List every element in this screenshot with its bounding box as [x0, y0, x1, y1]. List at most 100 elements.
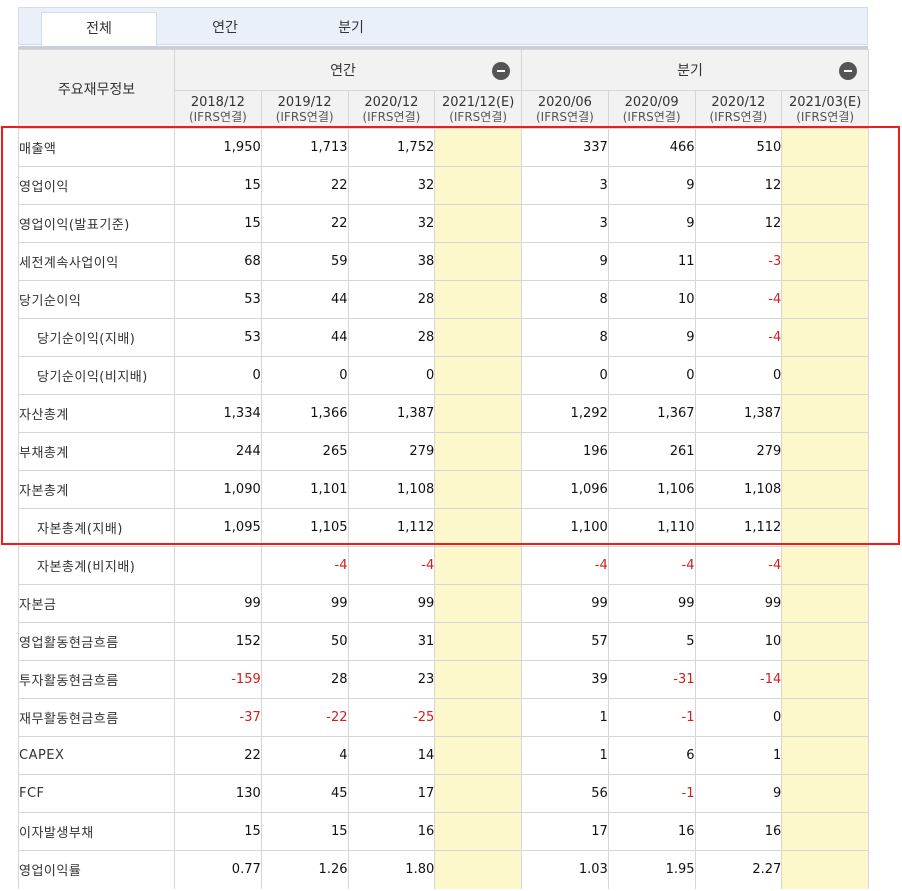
quarter-value-cell: 11	[607, 242, 696, 281]
row-label: 당기순이익	[18, 280, 175, 319]
quarter-value-cell: 1.95	[607, 850, 696, 889]
annual-estimate-cell	[434, 774, 523, 813]
quarter-value-cell: 1,100	[521, 508, 609, 547]
annual-estimate-cell	[434, 508, 523, 547]
tab-quarter[interactable]: 분기	[293, 12, 409, 45]
quarter-estimate-cell	[781, 736, 870, 775]
table-row: 매출액 1,950 1,713 1,752 337 466 510	[18, 128, 870, 167]
quarter-value-cell: 3	[521, 204, 609, 243]
quarter-value-cell: 1,096	[521, 470, 609, 509]
annual-value-cell: 53	[174, 280, 262, 319]
table-row: 재무활동현금흐름 -37 -22 -25 1 -1 0	[18, 698, 870, 737]
quarter-estimate-cell	[781, 128, 870, 167]
annual-estimate-cell	[434, 622, 523, 661]
quarter-estimate-cell	[781, 432, 870, 471]
annual-value-cell: -25	[347, 698, 436, 737]
quarter-value-cell: 1,112	[694, 508, 783, 547]
row-label: 자산총계	[18, 394, 175, 433]
quarter-value-cell: 10	[694, 622, 783, 661]
quarter-value-cell: 16	[694, 812, 783, 851]
quarter-estimate-cell	[781, 356, 870, 395]
quarter-value-cell: 9	[521, 242, 609, 281]
quarter-value-cell: -1	[607, 698, 696, 737]
quarter-period-header: 2020/12 (IFRS연결)	[694, 90, 783, 129]
quarter-collapse-minus-icon[interactable]	[839, 62, 858, 80]
annual-value-cell: 1.80	[347, 850, 436, 889]
annual-value-cell: 152	[174, 622, 262, 661]
annual-value-cell: 50	[260, 622, 349, 661]
annual-value-cell: 32	[347, 166, 436, 205]
annual-estimate-cell	[434, 356, 523, 395]
annual-value-cell: 99	[347, 584, 436, 623]
annual-estimate-cell	[434, 280, 523, 319]
quarter-value-cell: -4	[694, 318, 783, 357]
quarter-value-cell: 1	[521, 698, 609, 737]
quarter-value-cell: -3	[694, 242, 783, 281]
annual-value-cell: 44	[260, 318, 349, 357]
quarter-estimate-cell	[781, 584, 870, 623]
annual-estimate-cell	[434, 242, 523, 281]
quarter-estimate-cell	[781, 204, 870, 243]
row-label: 당기순이익(지배)	[18, 318, 175, 357]
quarter-estimate-cell	[781, 280, 870, 319]
quarter-value-cell: -4	[607, 546, 696, 585]
annual-value-cell: 15	[260, 812, 349, 851]
row-label: 영업이익	[18, 166, 175, 205]
quarter-value-cell: 9	[607, 166, 696, 205]
annual-value-cell: 38	[347, 242, 436, 281]
period-label: 2019/12	[277, 94, 332, 110]
annual-estimate-cell	[434, 546, 523, 585]
basis-label: (IFRS연결)	[535, 109, 594, 124]
table-row: 부채총계 244 265 279 196 261 279	[18, 432, 870, 471]
quarter-value-cell: 17	[521, 812, 609, 851]
quarter-estimate-cell	[781, 850, 870, 889]
quarter-value-cell: 5	[607, 622, 696, 661]
annual-estimate-cell	[434, 128, 523, 167]
annual-value-cell: 28	[347, 280, 436, 319]
quarter-estimate-cell	[781, 698, 870, 737]
annual-estimate-cell	[434, 660, 523, 699]
tab-annual[interactable]: 연간	[167, 12, 283, 45]
quarter-value-cell: 9	[607, 204, 696, 243]
annual-value-cell: 244	[174, 432, 262, 471]
period-label: 2018/12	[190, 94, 245, 110]
annual-estimate-cell	[434, 394, 523, 433]
quarter-value-cell: 8	[521, 280, 609, 319]
annual-estimate-cell	[434, 812, 523, 851]
quarter-value-cell: 99	[694, 584, 783, 623]
basis-label: (IFRS연결)	[449, 109, 508, 124]
annual-value-cell: 1,713	[260, 128, 349, 167]
annual-value-cell: 28	[260, 660, 349, 699]
annual-value-cell: 1,105	[260, 508, 349, 547]
tab-all[interactable]: 전체	[41, 12, 157, 46]
row-label: 당기순이익(비지배)	[18, 356, 175, 395]
quarter-value-cell: 1,387	[694, 394, 783, 433]
annual-value-cell: 17	[347, 774, 436, 813]
annual-period-header: 2021/12(E) (IFRS연결)	[434, 90, 523, 129]
basis-label: (IFRS연결)	[622, 109, 681, 124]
annual-value-cell: 31	[347, 622, 436, 661]
row-label: 부채총계	[18, 432, 175, 471]
period-label: 2020/06	[537, 94, 592, 110]
annual-value-cell: 1,112	[347, 508, 436, 547]
quarter-period-header: 2020/09 (IFRS연결)	[607, 90, 696, 129]
annual-value-cell: 0	[347, 356, 436, 395]
quarter-estimate-cell	[781, 660, 870, 699]
annual-group-label: 연간	[330, 63, 356, 79]
annual-estimate-cell	[434, 850, 523, 889]
annual-estimate-cell	[434, 204, 523, 243]
annual-period-header: 2020/12 (IFRS연결)	[347, 90, 436, 129]
quarter-period-header: 2020/06 (IFRS연결)	[521, 90, 609, 129]
quarter-value-cell: 0	[521, 356, 609, 395]
quarter-estimate-cell	[781, 774, 870, 813]
annual-value-cell: -4	[347, 546, 436, 585]
annual-value-cell: 1,090	[174, 470, 262, 509]
annual-value-cell: 14	[347, 736, 436, 775]
quarter-value-cell: 16	[607, 812, 696, 851]
table-row: 이자발생부채 15 15 16 17 16 16	[18, 812, 870, 851]
table-row: 세전계속사업이익 68 59 38 9 11 -3	[18, 242, 870, 281]
annual-value-cell: -37	[174, 698, 262, 737]
annual-collapse-minus-icon[interactable]	[492, 62, 511, 80]
quarter-value-cell: 10	[607, 280, 696, 319]
row-label: 자본총계(지배)	[18, 508, 175, 547]
